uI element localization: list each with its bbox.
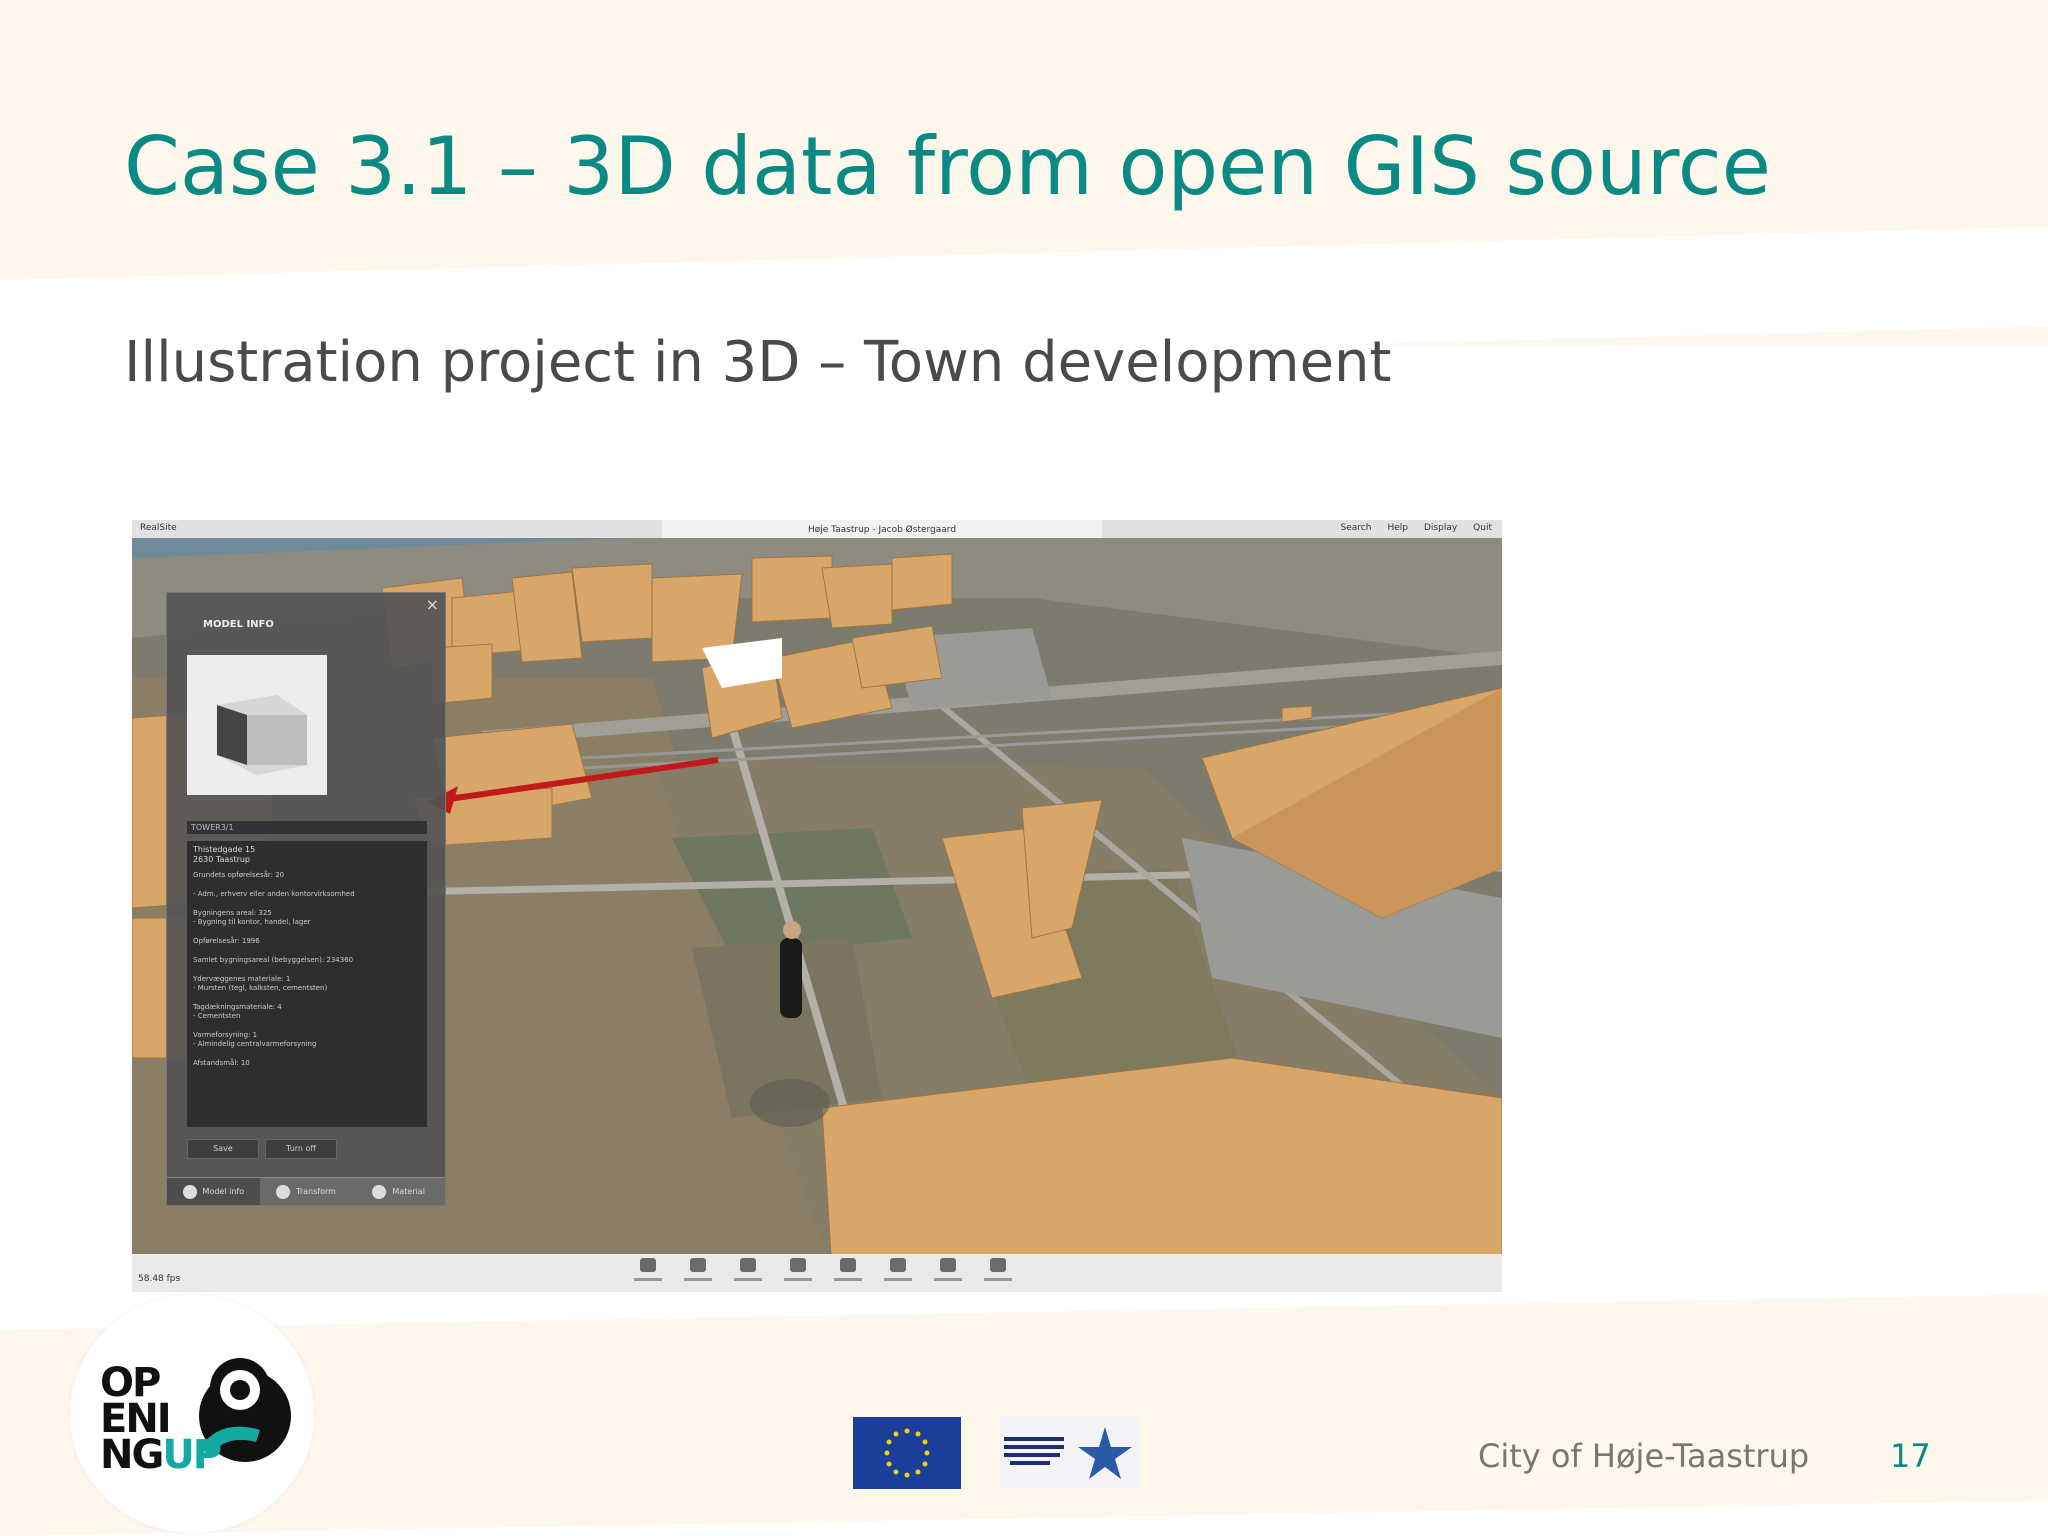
toolbar-label xyxy=(884,1278,912,1281)
slide-page-number: 17 xyxy=(1890,1437,1931,1475)
info-line: Afstandsmål: 10 xyxy=(193,1059,250,1067)
openingup-logo-text: OP ENI NGUP xyxy=(100,1360,222,1478)
tab-label: Transform xyxy=(296,1187,336,1196)
menu-display[interactable]: Display xyxy=(1424,523,1457,533)
model-name-bar: TOWER3/1 xyxy=(187,821,427,834)
info-line: Tagdækningsmateriale: 4 xyxy=(193,1003,282,1011)
toolbar-label xyxy=(784,1278,812,1281)
fps-readout: 58.48 fps xyxy=(138,1274,181,1284)
toolbar-label xyxy=(634,1278,662,1281)
turn-off-button[interactable]: Turn off xyxy=(265,1139,337,1159)
info-line: - Bygning til kontor, handel, lager xyxy=(193,918,311,926)
app-toolbar xyxy=(630,1258,1016,1281)
add-model-icon xyxy=(640,1258,656,1272)
info-line: - Mursten (tegl, kalksten, cementsten) xyxy=(193,984,328,992)
toolbar-add-model[interactable] xyxy=(630,1258,666,1281)
toolbar-light[interactable] xyxy=(880,1258,916,1281)
close-icon[interactable]: × xyxy=(426,595,439,614)
slide-title: Case 3.1 – 3D data from open GIS source xyxy=(124,120,1771,213)
panel-buttons: Save Turn off xyxy=(187,1139,337,1159)
eu-flag-logo xyxy=(853,1417,961,1489)
toolbar-render[interactable] xyxy=(930,1258,966,1281)
info-line: Samlet bygningsareal (bebyggelsen): 2343… xyxy=(193,956,354,964)
model-info-text: Thistedgade 15 2630 Taastrup Grundets op… xyxy=(187,841,427,1127)
info-line: Grundets opførelsesår: 20 xyxy=(193,871,285,879)
analysis-icon xyxy=(840,1258,856,1272)
toolbar-view[interactable] xyxy=(730,1258,766,1281)
app-bottom-bar: 58.48 fps xyxy=(132,1254,1502,1292)
tab-material[interactable]: Material xyxy=(352,1177,446,1205)
panel-title: MODEL INFO xyxy=(203,619,274,630)
toolbar-label xyxy=(834,1278,862,1281)
menu-help[interactable]: Help xyxy=(1387,523,1408,533)
tab-label: Model info xyxy=(202,1187,245,1196)
render-icon xyxy=(940,1258,956,1272)
toolbar-label xyxy=(684,1278,712,1281)
settings-icon xyxy=(990,1258,1006,1272)
interreg-north-sea-logo xyxy=(1000,1417,1140,1489)
toolbar-label xyxy=(734,1278,762,1281)
footer-organization: City of Høje-Taastrup xyxy=(1478,1437,1810,1475)
toolbar-measurement[interactable] xyxy=(780,1258,816,1281)
save-button[interactable]: Save xyxy=(187,1139,259,1159)
info-line: - Adm., erhverv eller anden kontorvirkso… xyxy=(193,890,355,898)
menu-quit[interactable]: Quit xyxy=(1473,523,1492,533)
tab-model-info[interactable]: Model info xyxy=(167,1177,260,1205)
app-titlebar: RealSite Høje Taastrup - Jacob Østergaar… xyxy=(132,520,1502,540)
model-info-panel: × MODEL INFO TOWER3/1 Thistedgade 15 263… xyxy=(166,592,446,1206)
light-icon xyxy=(890,1258,906,1272)
tab-label: Material xyxy=(392,1187,425,1196)
panel-tabs: Model info Transform Material xyxy=(167,1177,446,1205)
info-line: Ydervæggenes materiale: 1 xyxy=(193,975,291,983)
info-line: Opførelsesår: 1996 xyxy=(193,937,260,945)
view-icon xyxy=(740,1258,756,1272)
navigation-icon xyxy=(690,1258,706,1272)
info-line: Varmeforsyning: 1 xyxy=(193,1031,258,1039)
measurement-icon xyxy=(790,1258,806,1272)
toolbar-analysis[interactable] xyxy=(830,1258,866,1281)
model-thumbnail xyxy=(187,655,327,795)
info-line: - Cementsten xyxy=(193,1012,241,1020)
tab-transform[interactable]: Transform xyxy=(259,1177,353,1205)
material-icon xyxy=(372,1184,387,1199)
info-line: Bygningens areal: 325 xyxy=(193,909,272,917)
toolbar-label xyxy=(934,1278,962,1281)
address-line-1: Thistedgade 15 xyxy=(193,845,256,854)
toolbar-label xyxy=(984,1278,1012,1281)
address-line-2: 2630 Taastrup xyxy=(193,855,251,864)
toolbar-settings[interactable] xyxy=(980,1258,1016,1281)
info-icon xyxy=(182,1184,197,1199)
window-title: Høje Taastrup - Jacob Østergaard xyxy=(662,520,1102,540)
slide-subtitle: Illustration project in 3D – Town develo… xyxy=(124,330,1392,395)
transform-icon xyxy=(276,1184,291,1199)
app-menu: Search Help Display Quit xyxy=(1341,523,1492,533)
menu-search[interactable]: Search xyxy=(1341,523,1372,533)
app-screenshot: RealSite Høje Taastrup - Jacob Østergaar… xyxy=(132,520,1502,1292)
info-line: - Almindelig centralvarmeforsyning xyxy=(193,1040,317,1048)
toolbar-navigation[interactable] xyxy=(680,1258,716,1281)
app-name: RealSite xyxy=(140,523,177,533)
